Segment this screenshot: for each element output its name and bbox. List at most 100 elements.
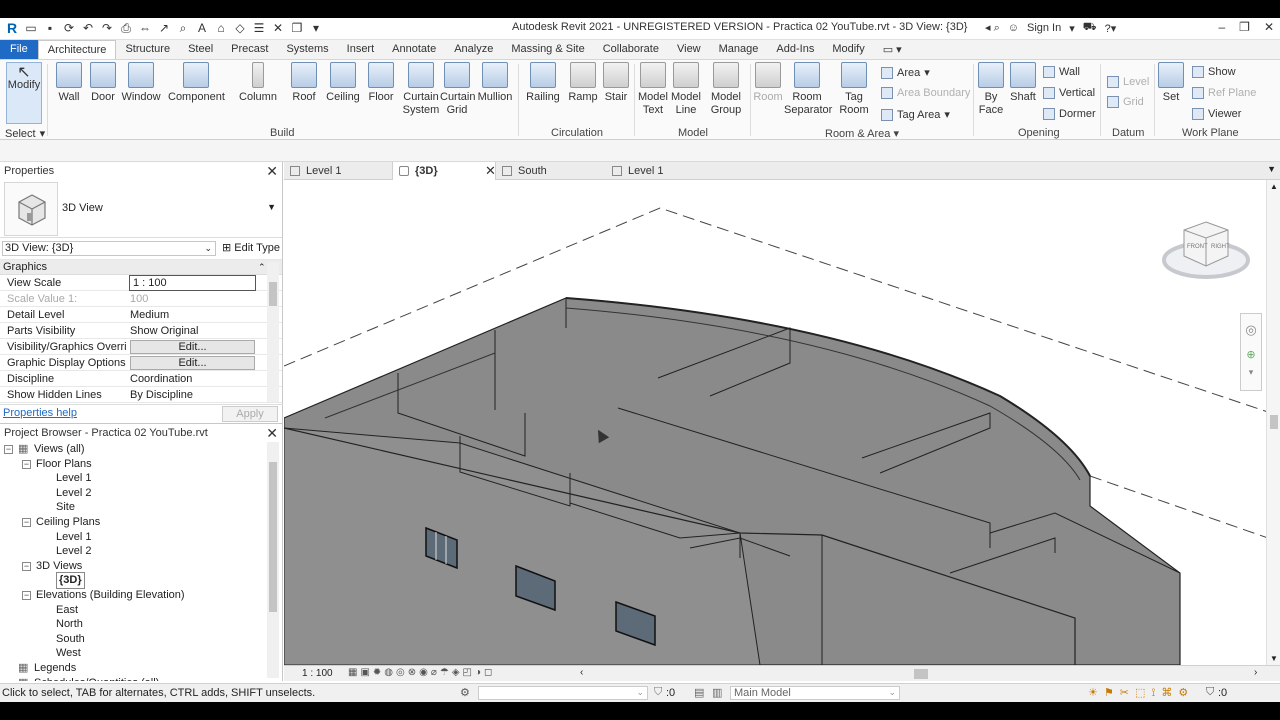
filter-icon[interactable]: ⛉ bbox=[1206, 686, 1214, 699]
view-scale-control[interactable]: 1 : 100 bbox=[302, 668, 333, 679]
close-icon[interactable]: ✕ bbox=[1264, 20, 1274, 34]
browser-node-label[interactable]: Ceiling Plans bbox=[36, 515, 100, 530]
browser-node-label[interactable]: Floor Plans bbox=[36, 457, 92, 472]
redo-icon[interactable]: ↷ bbox=[99, 20, 115, 36]
sign-in-link[interactable]: Sign In bbox=[1027, 22, 1061, 34]
floor-button[interactable]: Floor bbox=[366, 62, 396, 104]
roof-button[interactable]: Roof bbox=[288, 62, 320, 104]
select-dropdown[interactable]: Select ▾ bbox=[5, 127, 45, 141]
modify-button[interactable]: ↖ Modify bbox=[6, 62, 42, 124]
editable-only-icon[interactable]: ▤ bbox=[694, 686, 704, 699]
account-dropdown-icon[interactable]: ▾ bbox=[1069, 22, 1075, 35]
customize-qat-icon[interactable]: ▾ bbox=[308, 20, 324, 36]
tab-collaborate[interactable]: Collaborate bbox=[594, 40, 668, 59]
tab-steel[interactable]: Steel bbox=[179, 40, 222, 59]
switch-windows-icon[interactable]: ❐ bbox=[289, 20, 305, 36]
nav-dropdown-icon[interactable]: ▾ bbox=[1241, 367, 1261, 378]
column-button[interactable]: Column bbox=[238, 62, 278, 104]
tag-room-button[interactable]: Tag Room bbox=[838, 62, 870, 117]
help-icon[interactable]: ?▾ bbox=[1105, 22, 1117, 35]
grid-button[interactable]: Grid bbox=[1107, 96, 1144, 108]
browser-node-label[interactable]: 3D Views bbox=[36, 559, 82, 574]
sync-icon[interactable]: ⟳ bbox=[61, 20, 77, 36]
browser-node-label[interactable]: Level 1 bbox=[56, 471, 91, 486]
view-tab-south[interactable]: South bbox=[496, 162, 606, 180]
horizontal-scroll-thumb[interactable] bbox=[914, 669, 928, 679]
tab-menu-icon[interactable]: ▼ bbox=[1267, 164, 1276, 174]
steering-wheel-icon[interactable]: ◎ bbox=[1241, 322, 1261, 338]
viewcube[interactable]: FRONT RIGHT bbox=[1162, 216, 1250, 286]
chevron-down-icon[interactable]: ▼ bbox=[267, 202, 276, 212]
visibility-edit-button[interactable]: Edit... bbox=[130, 340, 255, 354]
properties-scrollbar[interactable] bbox=[267, 262, 279, 402]
property-row-hidden-lines[interactable]: Show Hidden Lines By Discipline bbox=[0, 387, 282, 403]
browser-node-label[interactable]: South bbox=[56, 632, 85, 647]
type-selector[interactable]: 3D View ▼ bbox=[0, 180, 282, 238]
scroll-thumb[interactable] bbox=[269, 462, 277, 612]
set-button[interactable]: Set bbox=[1157, 62, 1185, 104]
curtain-system-button[interactable]: Curtain System bbox=[400, 62, 442, 117]
measure-icon[interactable]: ⇔ bbox=[137, 20, 153, 36]
design-option-select[interactable]: Main Model ⌄ bbox=[730, 686, 900, 700]
dormer-button[interactable]: Dormer bbox=[1043, 108, 1096, 120]
room-button[interactable]: Room bbox=[753, 62, 783, 104]
browser-node-label[interactable]: Site bbox=[56, 500, 75, 515]
thin-lines-icon[interactable]: ☰ bbox=[251, 20, 267, 36]
selection-options-icons[interactable]: ☀⚑✂⬚⟟⌘⚙ bbox=[1088, 686, 1194, 700]
browser-node-label[interactable]: North bbox=[56, 617, 83, 632]
ref-plane-button[interactable]: Ref Plane bbox=[1192, 87, 1256, 99]
curtain-grid-button[interactable]: Curtain Grid bbox=[440, 62, 475, 117]
property-row-graphic-display[interactable]: Graphic Display Options Edit... bbox=[0, 355, 282, 371]
scroll-left-icon[interactable]: ‹ bbox=[580, 667, 583, 678]
browser-node-label[interactable]: Level 1 bbox=[56, 530, 91, 545]
tab-modify[interactable]: Modify bbox=[823, 40, 873, 59]
tab-annotate[interactable]: Annotate bbox=[383, 40, 445, 59]
edit-type-button[interactable]: ⊞ Edit Type bbox=[222, 241, 280, 254]
graphic-display-edit-button[interactable]: Edit... bbox=[130, 356, 255, 370]
graphics-group-header[interactable]: Graphics ⌃ bbox=[0, 260, 282, 275]
window-button[interactable]: Window bbox=[121, 62, 161, 104]
text-icon[interactable]: A bbox=[194, 20, 210, 36]
ramp-button[interactable]: Ramp bbox=[566, 62, 600, 104]
close-icon[interactable]: ✕ bbox=[485, 163, 496, 179]
scroll-thumb[interactable] bbox=[269, 282, 277, 306]
ceiling-button[interactable]: Ceiling bbox=[324, 62, 362, 104]
browser-node-label[interactable]: East bbox=[56, 603, 78, 618]
tab-systems[interactable]: Systems bbox=[277, 40, 337, 59]
filter-icon[interactable]: ⛉ bbox=[654, 686, 662, 699]
vertical-opening-button[interactable]: Vertical bbox=[1043, 87, 1095, 99]
collapse-icon[interactable]: ⌃ bbox=[258, 260, 266, 275]
browser-node-label[interactable]: West bbox=[56, 646, 81, 661]
print-icon[interactable]: ⎙ bbox=[118, 20, 134, 36]
browser-node-label[interactable]: {3D} bbox=[56, 572, 85, 589]
wall-opening-button[interactable]: Wall bbox=[1043, 66, 1080, 78]
tab-view[interactable]: View bbox=[668, 40, 710, 59]
browser-node-label[interactable]: Level 2 bbox=[56, 544, 91, 559]
viewport-vertical-scrollbar[interactable]: ▲ ▼ bbox=[1266, 180, 1280, 665]
area-button[interactable]: Area ▾ bbox=[881, 66, 930, 79]
open-icon[interactable]: ▭ bbox=[23, 20, 39, 36]
show-button[interactable]: Show bbox=[1192, 66, 1236, 78]
browser-node-label[interactable]: Elevations (Building Elevation) bbox=[36, 588, 185, 603]
properties-help-link[interactable]: Properties help bbox=[3, 407, 77, 419]
wall-button[interactable]: Wall bbox=[54, 62, 84, 104]
ribbon-minimize-icon[interactable]: ▭ ▾ bbox=[874, 40, 911, 59]
property-value[interactable]: Medium bbox=[130, 309, 256, 321]
tab-structure[interactable]: Structure bbox=[116, 40, 179, 59]
property-row-discipline[interactable]: Discipline Coordination bbox=[0, 371, 282, 387]
sections-icon[interactable]: ◇ bbox=[232, 20, 248, 36]
design-options-icon[interactable]: ▥ bbox=[712, 686, 722, 699]
view-tab-level-1-ceiling[interactable]: Level 1 bbox=[606, 162, 716, 180]
browser-node-label[interactable]: Views (all) bbox=[34, 442, 85, 457]
instance-filter-select[interactable]: 3D View: {3D} ⌄ bbox=[2, 241, 216, 256]
apply-button[interactable]: Apply bbox=[222, 406, 278, 422]
room-separator-button[interactable]: Room Separator bbox=[784, 62, 832, 117]
search-icon[interactable]: ◂ ⌕ bbox=[985, 21, 1000, 35]
level-button[interactable]: Level bbox=[1107, 76, 1149, 88]
tab-analyze[interactable]: Analyze bbox=[445, 40, 502, 59]
scroll-thumb[interactable] bbox=[1270, 415, 1278, 429]
scroll-up-icon[interactable]: ▲ bbox=[1270, 182, 1278, 191]
3d-viewport[interactable]: FRONT RIGHT ◎ ⊕ ▾ bbox=[284, 180, 1268, 665]
stair-button[interactable]: Stair bbox=[602, 62, 630, 104]
scroll-right-icon[interactable]: › bbox=[1254, 667, 1257, 678]
